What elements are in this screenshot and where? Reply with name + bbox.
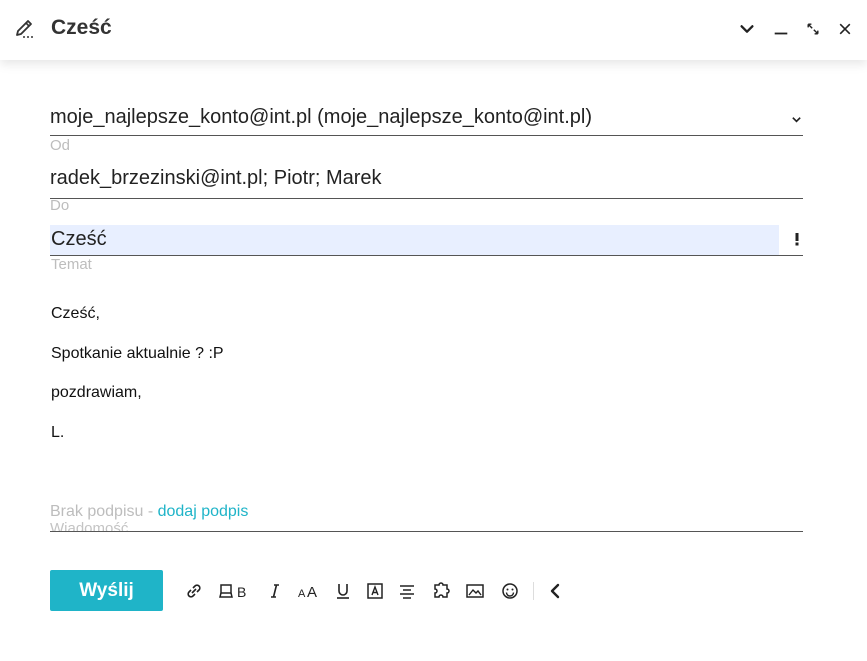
to-label: Do [50, 197, 70, 214]
from-underline [50, 135, 803, 136]
to-input[interactable]: radek_brzezinski@int.pl; Piotr; Marek [50, 167, 382, 190]
font-size-icon[interactable]: AA [297, 580, 321, 602]
add-signature-link[interactable]: dodaj podpis [158, 503, 249, 520]
svg-text:A: A [298, 588, 306, 600]
to-underline [50, 198, 803, 199]
signature-row: Brak podpisu - dodaj podpis [50, 503, 248, 521]
underline-icon[interactable] [332, 580, 354, 602]
italic-icon[interactable] [264, 580, 286, 602]
bold-icon[interactable]: B [218, 580, 250, 602]
chevron-down-icon[interactable] [791, 112, 802, 130]
close-icon[interactable] [834, 18, 856, 40]
minimize-icon[interactable] [770, 18, 792, 40]
subject-input[interactable]: Cześć [51, 228, 107, 251]
from-field[interactable]: moje_najlepsze_konto@int.pl (moje_najlep… [50, 106, 803, 156]
link-icon[interactable] [183, 580, 205, 602]
text-color-icon[interactable] [364, 580, 386, 602]
message-label: Wiadomość [50, 520, 129, 531]
subject-field[interactable]: Cześć Temat [50, 225, 803, 275]
align-icon[interactable] [396, 580, 418, 602]
message-underline [50, 531, 803, 532]
from-select[interactable]: moje_najlepsze_konto@int.pl (moje_najlep… [50, 106, 592, 129]
body-line[interactable]: Spotkanie aktualnie ? :P [51, 345, 224, 363]
body-line[interactable]: pozdrawiam, [51, 384, 142, 402]
from-label: Od [50, 137, 71, 154]
to-field[interactable]: radek_brzezinski@int.pl; Piotr; Marek Do [50, 167, 803, 217]
svg-text:B: B [237, 584, 246, 600]
emoji-icon[interactable] [499, 580, 521, 602]
composer-header: Cześć [0, 0, 867, 60]
signature-text: Brak podpisu - [50, 503, 158, 520]
composer-title: Cześć [51, 16, 112, 39]
body-line[interactable]: L. [51, 424, 64, 442]
image-icon[interactable] [464, 580, 486, 602]
send-button[interactable]: Wyślij [50, 570, 163, 611]
subject-underline [50, 255, 803, 256]
expand-icon[interactable] [802, 18, 824, 40]
collapse-icon[interactable] [544, 580, 566, 602]
exclamation-icon[interactable] [794, 232, 800, 251]
template-icon[interactable] [430, 580, 452, 602]
body-line[interactable]: Cześć, [51, 305, 100, 323]
toolbar-separator [533, 582, 534, 600]
pencil-icon [14, 18, 36, 40]
subject-highlight [50, 225, 779, 255]
chevron-down-icon[interactable] [736, 18, 758, 40]
subject-label: Temat [51, 256, 92, 273]
svg-text:A: A [307, 584, 317, 601]
